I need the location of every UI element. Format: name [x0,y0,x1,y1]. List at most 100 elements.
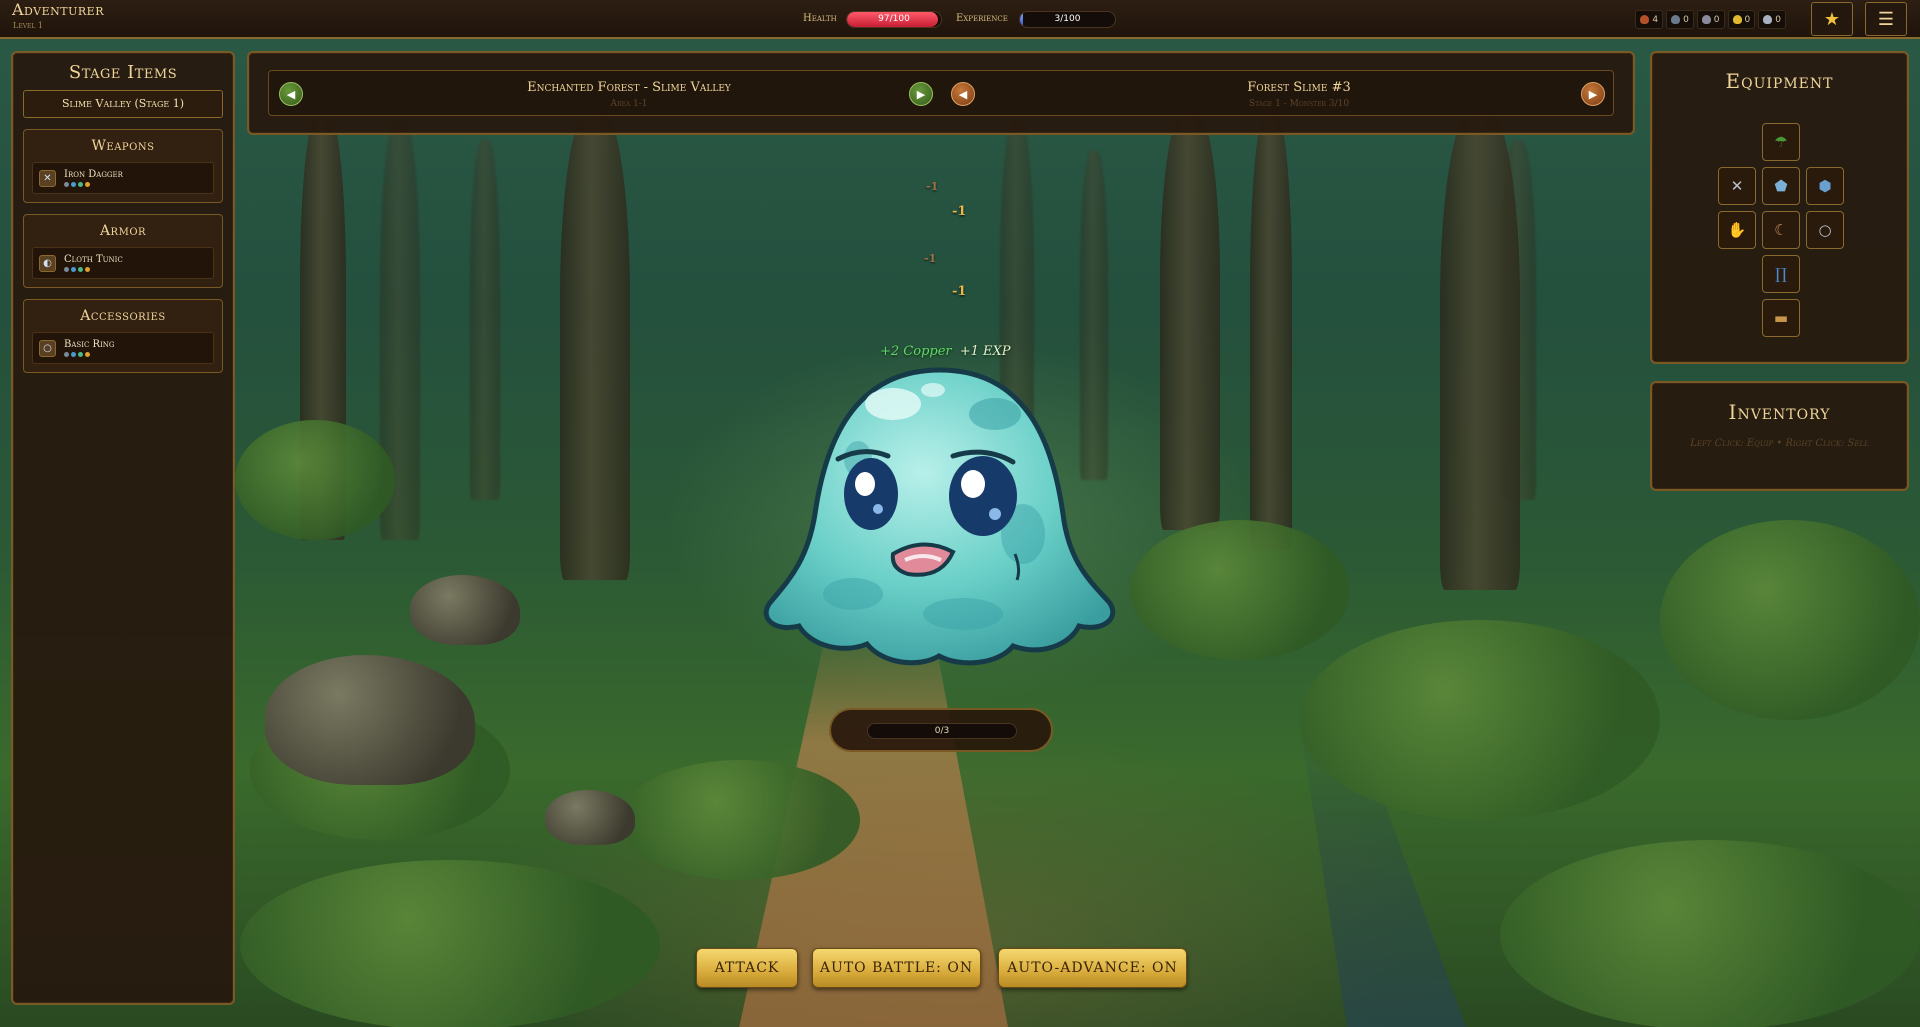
prev-monster-button[interactable]: ◀ [951,82,975,106]
amulet-icon: ☾ [1774,221,1788,239]
weapon-slot[interactable]: ✕ [1718,167,1756,205]
next-monster-button[interactable]: ▶ [1581,82,1605,106]
inventory-panel: Inventory Left Click: Equip • Right Clic… [1650,381,1909,491]
experience-bar: 3/100 [1019,11,1116,28]
player-level: Level 1 [13,21,44,30]
item-basic-ring[interactable]: ○ Basic Ring [32,332,214,364]
slime-left-eye [844,458,898,530]
platinum-ore-icon [1763,15,1773,24]
gold-coin-icon [1732,15,1742,24]
inventory-title: Inventory [1728,400,1831,424]
iron-ore-icon [1671,15,1681,24]
reward-exp: +1 EXP [959,344,1011,359]
slime-right-eye [949,456,1017,536]
star-icon: ★ [1823,8,1841,30]
copper-ore-icon [1640,15,1650,24]
health-bar: 97/100 [846,11,942,28]
monster-subtitle: Stage 1 - Monster 3/10 [1248,99,1350,109]
menu-button[interactable]: ☰ [1865,2,1907,36]
shield-icon: ◐ [39,254,56,272]
item-name: Cloth Tunic [64,254,123,265]
rarity-dots [64,352,115,357]
reward-popup: +2 Copper +1 EXP [880,344,1011,359]
currency-gold-coin: 0 [1727,10,1756,29]
slime-monster[interactable] [763,364,1117,670]
item-name: Basic Ring [64,339,115,350]
boots-icon: ▬ [1773,309,1789,327]
weapons-section: Weapons ✕ Iron Dagger [23,129,223,203]
head-slot[interactable]: ☂ [1762,123,1800,161]
triangle-right-icon: ▶ [916,87,926,101]
stage-selector[interactable]: Slime Valley (Stage 1) [23,90,223,118]
currency-copper-ore: 4 [1635,10,1664,29]
currency-list: 4 0 0 0 0 [1635,10,1786,29]
area-subtitle: Area 1-1 [610,99,648,109]
hamburger-menu-icon: ☰ [1877,8,1895,30]
chest-slot[interactable]: ⬟ [1762,167,1800,205]
stage-items-panel: Stage Items Slime Valley (Stage 1) Weapo… [11,51,235,1005]
ring-icon: ○ [39,339,56,357]
ring-icon: ○ [1818,221,1832,239]
currency-silver-ore: 0 [1696,10,1725,29]
damage-number: -1 [952,284,967,299]
chestplate-icon: ⬟ [1774,177,1788,195]
boots-slot[interactable]: ▬ [1762,299,1800,337]
monster-progress-bar: 0/3 [867,723,1017,739]
attack-button[interactable]: ATTACK [696,948,798,988]
prev-area-button[interactable]: ◀ [279,82,303,106]
health-label: Health [803,13,837,24]
helmet-icon: ☂ [1774,133,1788,151]
gloves-icon: ✋ [1727,221,1747,239]
experience-text: 3/100 [1054,14,1081,24]
item-cloth-tunic[interactable]: ◐ Cloth Tunic [32,247,214,279]
amulet-slot[interactable]: ☾ [1762,211,1800,249]
top-bar: Adventurer Level 1 Health 97/100 Experie… [0,0,1920,39]
reward-copper: +2 Copper [880,344,952,359]
auto-battle-button[interactable]: AUTO BATTLE: ON [812,948,981,988]
equipment-title: Equipment [1725,69,1834,93]
ring-slot[interactable]: ○ [1806,211,1844,249]
currency-iron-ore: 0 [1666,10,1694,29]
next-area-button[interactable]: ▶ [909,82,933,106]
health-text: 97/100 [878,14,910,24]
stage-items-title: Stage Items [68,62,178,83]
currency-value: 4 [1652,14,1659,25]
monster-progress-container: 0/3 [829,708,1053,752]
triangle-left-icon: ◀ [286,87,296,101]
silver-ore-icon [1701,15,1711,24]
pants-icon: ∏ [1775,265,1787,283]
auto-advance-button[interactable]: AUTO-ADVANCE: ON [998,948,1187,988]
armor-title: Armor [99,223,147,239]
damage-number: -1 [952,204,967,219]
item-name: Iron Dagger [64,169,123,180]
damage-number: -1 [924,252,937,265]
gloves-slot[interactable]: ✋ [1718,211,1756,249]
player-name: Adventurer [12,0,104,19]
armor-section: Armor ◐ Cloth Tunic [23,214,223,288]
shield-slot[interactable]: ⬢ [1806,167,1844,205]
triangle-right-icon: ▶ [1588,87,1598,101]
area-title: Enchanted Forest - Slime Valley [527,80,731,95]
monster-title: Forest Slime #3 [1247,80,1351,95]
inventory-hint: Left Click: Equip • Right Click: Sell [1690,438,1869,449]
currency-value: 0 [1683,14,1689,25]
item-iron-dagger[interactable]: ✕ Iron Dagger [32,162,214,194]
favorites-button[interactable]: ★ [1811,2,1853,36]
accessories-title: Accessories [80,308,166,324]
experience-label: Experience [956,13,1008,24]
rarity-dots [64,182,123,187]
accessories-section: Accessories ○ Basic Ring [23,299,223,373]
triangle-left-icon: ◀ [958,87,968,101]
currency-value: 0 [1744,14,1751,25]
currency-platinum-ore: 0 [1758,10,1786,29]
currency-value: 0 [1713,14,1720,25]
legs-slot[interactable]: ∏ [1762,255,1800,293]
currency-value: 0 [1775,14,1781,25]
equipment-panel: Equipment ☂ ✕ ⬟ ⬢ ✋ ☾ ○ ∏ ▬ [1650,51,1909,364]
rarity-dots [64,267,123,272]
shield-icon: ⬢ [1818,177,1832,195]
stage-navigation-bar: ◀ Enchanted Forest - Slime Valley Area 1… [268,70,1614,116]
damage-number: -1 [926,180,939,193]
weapons-title: Weapons [91,138,155,154]
stage-navigation: ◀ Enchanted Forest - Slime Valley Area 1… [247,51,1635,135]
